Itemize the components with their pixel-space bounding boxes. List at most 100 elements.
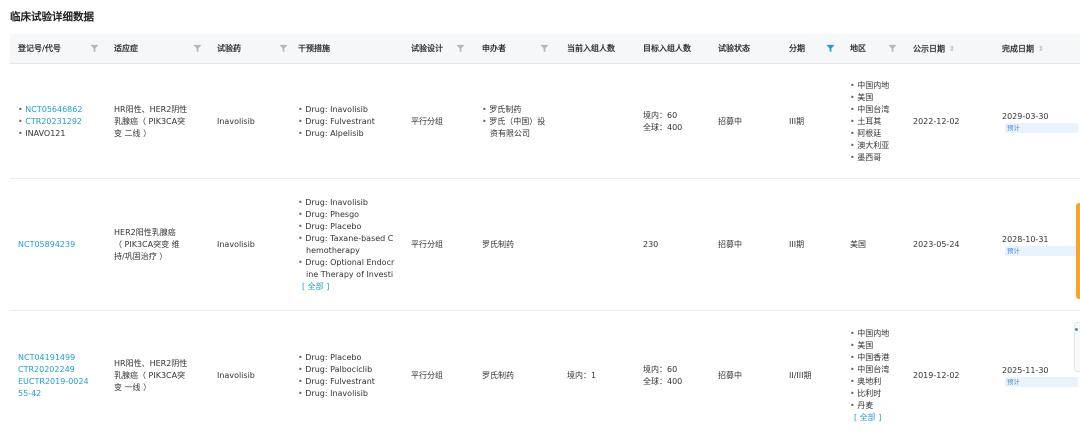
show-all-link[interactable]: [ 全部 ] — [854, 412, 910, 424]
region-item: 丹麦 — [850, 400, 910, 412]
column-header-label: 适应症 — [114, 44, 138, 53]
filter-icon[interactable] — [456, 44, 465, 53]
trial-id-link[interactable]: NCT05646862 — [18, 104, 108, 116]
trial-design: 平行分组 — [411, 240, 443, 249]
sort-icon[interactable]: ⇕ — [1038, 34, 1044, 64]
page-title: 临床试验详细数据 — [10, 11, 94, 23]
intervention-item: Drug: Taxane-based C — [298, 233, 408, 245]
publish-date-cell: 2019-12-02 — [913, 311, 998, 440]
filter-icon[interactable] — [888, 44, 897, 53]
column-header-label: 公示日期 — [913, 44, 945, 54]
target-enrollment-line: 230 — [643, 240, 659, 249]
trial-id-cell: NCT05646862CTR20231292INAVO121 — [18, 64, 108, 179]
indication-line: 持/巩固治疗 ） — [114, 252, 168, 261]
column-header-label: 地区 — [850, 44, 866, 53]
intervention-item: Drug: Phesgo — [298, 209, 408, 221]
drug-cell: Inavolisib — [217, 179, 292, 311]
trial-phase: II/III期 — [789, 371, 812, 380]
indication-line: 变 二线 ） — [114, 128, 152, 138]
publish-date: 2023-05-24 — [913, 240, 960, 249]
column-header-11[interactable]: 公示日期 ⇕ — [913, 34, 955, 64]
filter-icon[interactable] — [540, 44, 549, 53]
trial-id-cell: NCT05894239 — [18, 179, 108, 311]
trial-id-link[interactable]: NCT04191499 — [18, 352, 108, 364]
filter-active-icon[interactable] — [826, 44, 835, 53]
status-cell: 招募中 — [718, 64, 784, 179]
column-header-3: 干预措施 — [298, 34, 330, 64]
publish-date: 2022-12-02 — [913, 116, 960, 126]
regions-cell: 中国内地美国中国台湾土耳其阿根廷澳大利亚墨西哥 — [850, 64, 910, 179]
region-item: 阿根廷 — [850, 128, 910, 140]
column-header-label: 试验药 — [217, 44, 241, 53]
side-float-accent[interactable] — [1076, 203, 1080, 299]
column-header-2: 试验药 — [217, 34, 241, 64]
intervention-item: Drug: Inavolisib — [298, 197, 408, 209]
drug-name: Inavolisib — [217, 240, 255, 249]
sponsor-line: 罗氏制药 — [482, 371, 514, 380]
target-enrollment-cell: 境内：60 全球：400 — [643, 64, 715, 179]
trial-id-link[interactable]: CTR20231292 — [18, 116, 108, 128]
indication-line: 乳腺癌（ PIK3CA突 — [114, 371, 186, 380]
current-enrollment-cell — [567, 179, 639, 311]
indication-cell: HER2阳性乳腺癌 （ PIK3CA突变 维持/巩固治疗 ） — [114, 179, 206, 311]
show-all-link[interactable]: [ 全部 ] — [302, 281, 408, 293]
filter-icon[interactable] — [193, 44, 202, 53]
complete-date: 2028-10-31 — [1002, 235, 1049, 244]
column-header-label: 干预措施 — [298, 44, 330, 53]
filter-icon[interactable] — [90, 44, 99, 53]
intervention-item: Drug: Inavolisib — [298, 104, 408, 116]
trials-table: 登记号/代号 适应症 试验药 干预措施 试验设计 申办者 当前入组人数 目标入组人数 试验状态 分… — [10, 34, 1080, 422]
trial-id-link[interactable]: EUCTR2019-0024 — [18, 376, 108, 388]
publish-date-cell: 2022-12-02 — [913, 64, 998, 179]
trial-phase: III期 — [789, 116, 805, 126]
target-enrollment-line: 全球：400 — [643, 377, 683, 386]
intervention-item: Drug: Placebo — [298, 221, 408, 233]
trial-id-link[interactable]: NCT05894239 — [18, 239, 108, 251]
sponsor-line: 罗氏（中国）投 — [482, 116, 562, 128]
column-header-12[interactable]: 完成日期 ⇕ — [1002, 34, 1044, 64]
column-header-label: 登记号/代号 — [18, 44, 61, 53]
sponsor-cell: 罗氏制药罗氏（中国）投资有限公司 — [482, 64, 562, 179]
drug-name: Inavolisib — [217, 371, 255, 380]
intervention-item: Drug: Fulvestrant — [298, 116, 408, 128]
side-float-tab-dot — [1075, 328, 1078, 331]
column-header-label: 当前入组人数 — [567, 44, 615, 53]
trial-id-link[interactable]: CTR20202249 — [18, 364, 108, 376]
sort-icon[interactable]: ⇕ — [949, 34, 955, 64]
complete-date-wrap: 2025-11-30 预计 — [1002, 365, 1078, 387]
column-header-label: 分期 — [789, 44, 805, 53]
sponsor-cell: 罗氏制药 — [482, 179, 562, 311]
complete-date-cell: 2025-11-30 预计 — [1002, 311, 1078, 440]
complete-date-wrap: 2029-03-30 预计 — [1002, 111, 1078, 133]
indication-line: 乳腺癌（ PIK3CA突 — [114, 116, 186, 126]
region-item: 中国香港 — [850, 352, 910, 364]
drug-name: Inavolisib — [217, 116, 255, 126]
estimated-badge: 预计 — [1005, 377, 1078, 387]
trial-status: 招募中 — [718, 371, 742, 380]
trial-status: 招募中 — [718, 116, 742, 126]
region-item: 美国 — [850, 340, 910, 352]
region-item: 美国 — [850, 240, 866, 249]
intervention-item: Drug: Inavolisib — [298, 388, 408, 400]
phase-cell: III期 — [789, 179, 845, 311]
table-row: NCT05894239 HER2阳性乳腺癌 （ PIK3CA突变 维持/巩固治疗 ）… — [10, 179, 1080, 311]
filter-icon[interactable] — [279, 44, 288, 53]
complete-date-wrap: 2028-10-31 预计 — [1002, 234, 1078, 256]
phase-cell: II/III期 — [789, 311, 845, 440]
current-enrollment: 境内：1 — [567, 371, 597, 380]
regions-cell: 美国 — [850, 179, 910, 311]
sponsor-line: 罗氏制药 — [482, 240, 514, 249]
publish-date-cell: 2023-05-24 — [913, 179, 998, 311]
region-item: 土耳其 — [850, 116, 910, 128]
indication-line: HR阳性、HER2阴性 — [114, 359, 188, 368]
trial-id-link[interactable]: 55-42 — [18, 388, 108, 400]
column-header-label: 申办者 — [482, 44, 506, 53]
target-enrollment-line: 境内：60 — [643, 365, 678, 374]
indication-line: HER2阳性乳腺癌 — [114, 228, 176, 237]
trial-status: 招募中 — [718, 240, 742, 249]
column-header-5: 申办者 — [482, 34, 506, 64]
estimated-badge: 预计 — [1005, 246, 1078, 256]
column-header-10: 地区 — [850, 34, 866, 64]
trial-design: 平行分组 — [411, 116, 443, 126]
column-header-8: 试验状态 — [718, 34, 750, 64]
